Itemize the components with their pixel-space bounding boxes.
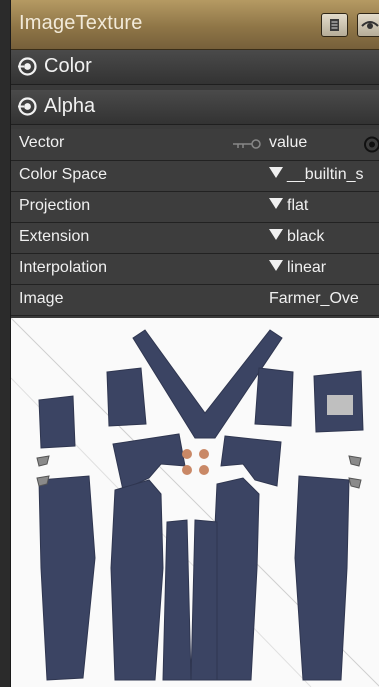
dropdown-arrow-icon bbox=[269, 167, 283, 178]
prop-interpolation[interactable]: Interpolation linear bbox=[11, 254, 379, 285]
prop-color-space[interactable]: Color Space __builtin_s bbox=[11, 161, 379, 192]
extension-dropdown[interactable]: black bbox=[269, 228, 324, 246]
uv-texture-preview bbox=[11, 317, 379, 687]
socket-circle-icon[interactable] bbox=[363, 136, 379, 153]
prop-vector-value: value bbox=[269, 134, 308, 151]
interpolation-value: linear bbox=[287, 259, 327, 276]
node-title: ImageTexture bbox=[19, 12, 143, 34]
projection-value: flat bbox=[287, 197, 309, 214]
prop-extension[interactable]: Extension black bbox=[11, 223, 379, 254]
prop-projection[interactable]: Projection flat bbox=[11, 192, 379, 223]
socket-circle-icon[interactable] bbox=[18, 57, 37, 76]
preview-toggle-button[interactable] bbox=[357, 13, 379, 37]
list-icon bbox=[330, 19, 339, 31]
eye-icon bbox=[361, 21, 379, 29]
extension-value: black bbox=[287, 228, 325, 245]
prop-extension-name: Extension bbox=[19, 228, 90, 245]
image-selector[interactable]: Farmer_Ove bbox=[269, 290, 359, 308]
color-space-dropdown[interactable]: __builtin_s bbox=[269, 166, 364, 184]
socket-color-label: Color bbox=[44, 55, 92, 77]
prop-image-name: Image bbox=[19, 290, 64, 307]
socket-alpha[interactable]: Alpha bbox=[11, 90, 379, 125]
prop-vector-name: Vector bbox=[19, 134, 65, 151]
dropdown-arrow-icon bbox=[269, 260, 283, 271]
dropdown-arrow-icon bbox=[269, 229, 283, 240]
prop-interpolation-name: Interpolation bbox=[19, 259, 108, 276]
projection-dropdown[interactable]: flat bbox=[269, 197, 308, 215]
dropdown-arrow-icon bbox=[269, 198, 283, 209]
socket-color[interactable]: Color bbox=[11, 50, 379, 85]
interpolation-dropdown[interactable]: linear bbox=[269, 259, 326, 277]
color-space-value: __builtin_s bbox=[287, 166, 364, 183]
image-preview bbox=[11, 317, 379, 687]
image-texture-node[interactable]: ImageTexture Color Alpha Vector value Co… bbox=[10, 0, 379, 687]
prop-vector[interactable]: Vector value bbox=[11, 129, 379, 161]
socket-circle-icon[interactable] bbox=[18, 97, 37, 116]
prop-color-space-name: Color Space bbox=[19, 166, 108, 183]
prop-image[interactable]: Image Farmer_Ove bbox=[11, 285, 379, 316]
socket-alpha-label: Alpha bbox=[44, 95, 96, 117]
key-link-icon[interactable] bbox=[232, 138, 262, 150]
list-toggle-button[interactable] bbox=[321, 13, 348, 37]
node-header[interactable]: ImageTexture bbox=[11, 0, 379, 50]
prop-projection-name: Projection bbox=[19, 197, 91, 214]
